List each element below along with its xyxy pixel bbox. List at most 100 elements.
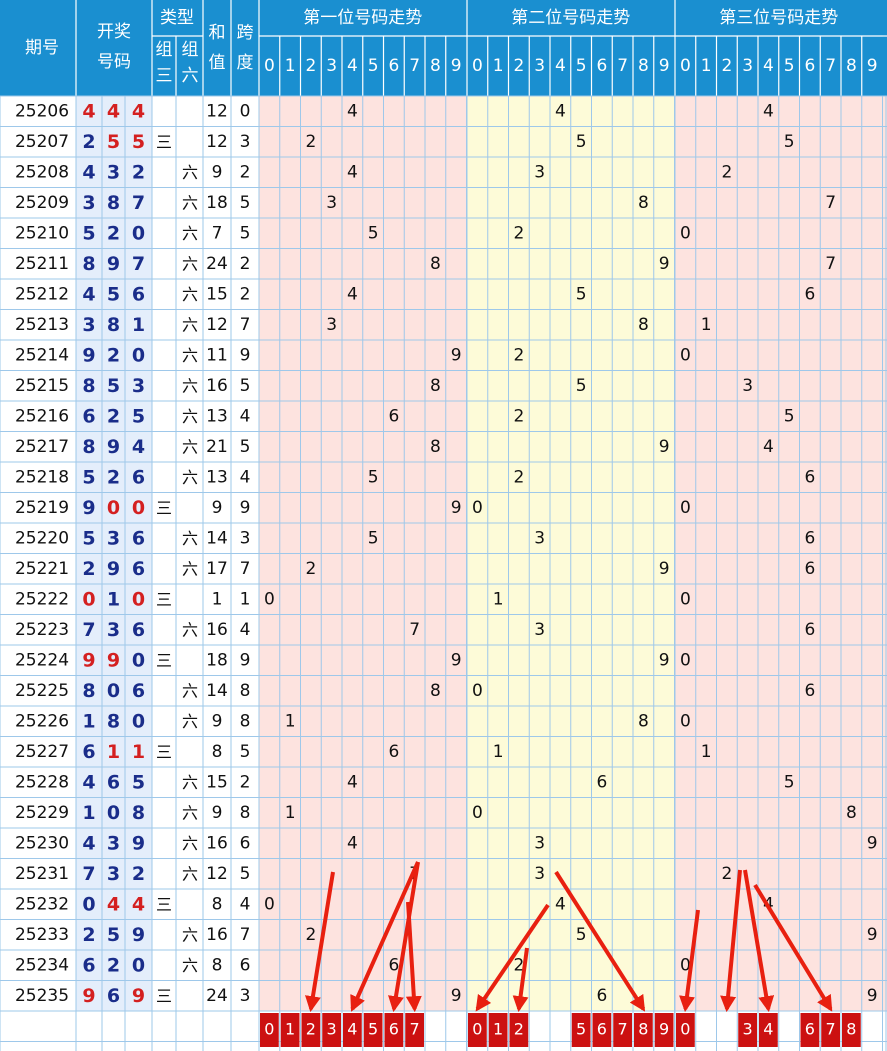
position-2-hit: 9 bbox=[659, 437, 670, 457]
selected-digit: 8 bbox=[638, 1020, 648, 1039]
position-1-hit: 1 bbox=[285, 803, 296, 823]
position-3-hit: 6 bbox=[804, 284, 815, 304]
draw-number: 2 bbox=[82, 131, 95, 153]
position-1-hit: 9 bbox=[451, 345, 462, 365]
period-cell: 25234 bbox=[15, 955, 69, 975]
position-2-hit: 3 bbox=[534, 864, 545, 884]
draw-number: 4 bbox=[82, 100, 95, 122]
position-1-hit: 8 bbox=[430, 681, 441, 701]
position-2-hit: 8 bbox=[638, 193, 649, 213]
position-2-hit: 3 bbox=[534, 620, 545, 640]
position-1-hit: 2 bbox=[305, 925, 316, 945]
period-cell: 25228 bbox=[15, 772, 69, 792]
draw-number: 7 bbox=[82, 619, 95, 641]
selected-digit: 1 bbox=[285, 1020, 295, 1039]
position-1-hit: 6 bbox=[388, 742, 399, 762]
position-1-hit: 4 bbox=[347, 101, 358, 121]
period-cell: 25214 bbox=[15, 345, 69, 365]
type-z3-mark: 三 bbox=[156, 895, 172, 914]
digit-header-6: 6 bbox=[388, 56, 399, 76]
selected-digit: 2 bbox=[514, 1020, 524, 1039]
position-2-hit: 1 bbox=[493, 742, 504, 762]
type-z6-mark: 六 bbox=[182, 315, 198, 334]
draw-number: 0 bbox=[132, 497, 145, 519]
draw-number: 2 bbox=[82, 924, 95, 946]
draw-number: 4 bbox=[82, 832, 95, 854]
draw-number: 7 bbox=[132, 253, 145, 275]
draw-number: 0 bbox=[132, 954, 145, 976]
period-cell: 25219 bbox=[15, 498, 69, 518]
digit-header-0: 0 bbox=[680, 56, 691, 76]
position-1-hit: 4 bbox=[347, 284, 358, 304]
draw-number: 8 bbox=[82, 253, 95, 275]
type-z6-mark: 六 bbox=[182, 803, 198, 822]
type-z6-mark: 六 bbox=[182, 864, 198, 883]
position-3-hit: 2 bbox=[721, 864, 732, 884]
selected-digit: 5 bbox=[576, 1020, 586, 1039]
sum-header: 值 bbox=[209, 53, 226, 73]
position-3-hit: 9 bbox=[867, 833, 878, 853]
draw-number: 9 bbox=[82, 649, 95, 671]
period-cell: 25220 bbox=[15, 528, 69, 548]
sum-cell: 11 bbox=[206, 345, 228, 365]
position-2-hit: 9 bbox=[659, 650, 670, 670]
draw-number: 5 bbox=[82, 527, 95, 549]
selected-digit: 7 bbox=[826, 1020, 836, 1039]
span-cell: 8 bbox=[240, 803, 251, 823]
selected-digit: 1 bbox=[493, 1020, 503, 1039]
draw-number: 3 bbox=[107, 863, 120, 885]
draw-number: 6 bbox=[132, 619, 145, 641]
type-z3-mark: 三 bbox=[156, 498, 172, 517]
sum-cell: 9 bbox=[212, 162, 223, 182]
position-1-title: 第一位号码走势 bbox=[303, 8, 422, 28]
span-cell: 3 bbox=[240, 528, 251, 548]
type-z3-mark: 三 bbox=[156, 590, 172, 609]
span-cell: 7 bbox=[240, 315, 251, 335]
digit-header-0: 0 bbox=[472, 56, 483, 76]
draw-number: 3 bbox=[107, 161, 120, 183]
sum-cell: 16 bbox=[206, 833, 228, 853]
draw-number: 0 bbox=[107, 680, 120, 702]
digit-header-9: 9 bbox=[451, 56, 462, 76]
sum-cell: 8 bbox=[212, 742, 223, 762]
draw-header-line2: 号码 bbox=[97, 52, 131, 72]
digit-header-9: 9 bbox=[659, 56, 670, 76]
position-2-hit: 2 bbox=[513, 223, 524, 243]
position-1-hit: 6 bbox=[388, 955, 399, 975]
draw-number: 2 bbox=[107, 344, 120, 366]
draw-number: 0 bbox=[82, 588, 95, 610]
type-z6-header: 组 bbox=[182, 40, 199, 60]
position-3-hit: 9 bbox=[867, 986, 878, 1006]
period-cell: 25221 bbox=[15, 559, 69, 579]
selected-digit: 2 bbox=[306, 1020, 316, 1039]
draw-number: 9 bbox=[82, 344, 95, 366]
draw-number: 2 bbox=[107, 466, 120, 488]
draw-number: 4 bbox=[82, 283, 95, 305]
selected-digit: 0 bbox=[680, 1020, 690, 1039]
position-2-hit: 5 bbox=[576, 132, 587, 152]
draw-number: 0 bbox=[132, 649, 145, 671]
period-cell: 25209 bbox=[15, 193, 69, 213]
sum-cell: 15 bbox=[206, 772, 228, 792]
position-3-hit: 6 bbox=[804, 528, 815, 548]
selected-digit: 3 bbox=[327, 1020, 337, 1039]
position-3-hit: 0 bbox=[680, 650, 691, 670]
type-header: 类型 bbox=[160, 8, 194, 28]
type-z6-mark: 六 bbox=[182, 773, 198, 792]
draw-number: 9 bbox=[107, 558, 120, 580]
period-cell: 25206 bbox=[15, 101, 69, 121]
position-3-hit: 2 bbox=[721, 162, 732, 182]
type-z6-mark: 六 bbox=[182, 224, 198, 243]
position-2-hit: 3 bbox=[534, 528, 545, 548]
type-z6-mark: 六 bbox=[182, 956, 198, 975]
span-cell: 4 bbox=[240, 406, 251, 426]
digit-header-5: 5 bbox=[576, 56, 587, 76]
period-cell: 25226 bbox=[15, 711, 69, 731]
sum-cell: 16 bbox=[206, 620, 228, 640]
period-cell: 25227 bbox=[15, 742, 69, 762]
draw-number: 6 bbox=[107, 985, 120, 1007]
period-cell: 25230 bbox=[15, 833, 69, 853]
position-2-hit: 0 bbox=[472, 681, 483, 701]
selected-digit: 4 bbox=[763, 1020, 773, 1039]
position-1-hit: 3 bbox=[326, 193, 337, 213]
